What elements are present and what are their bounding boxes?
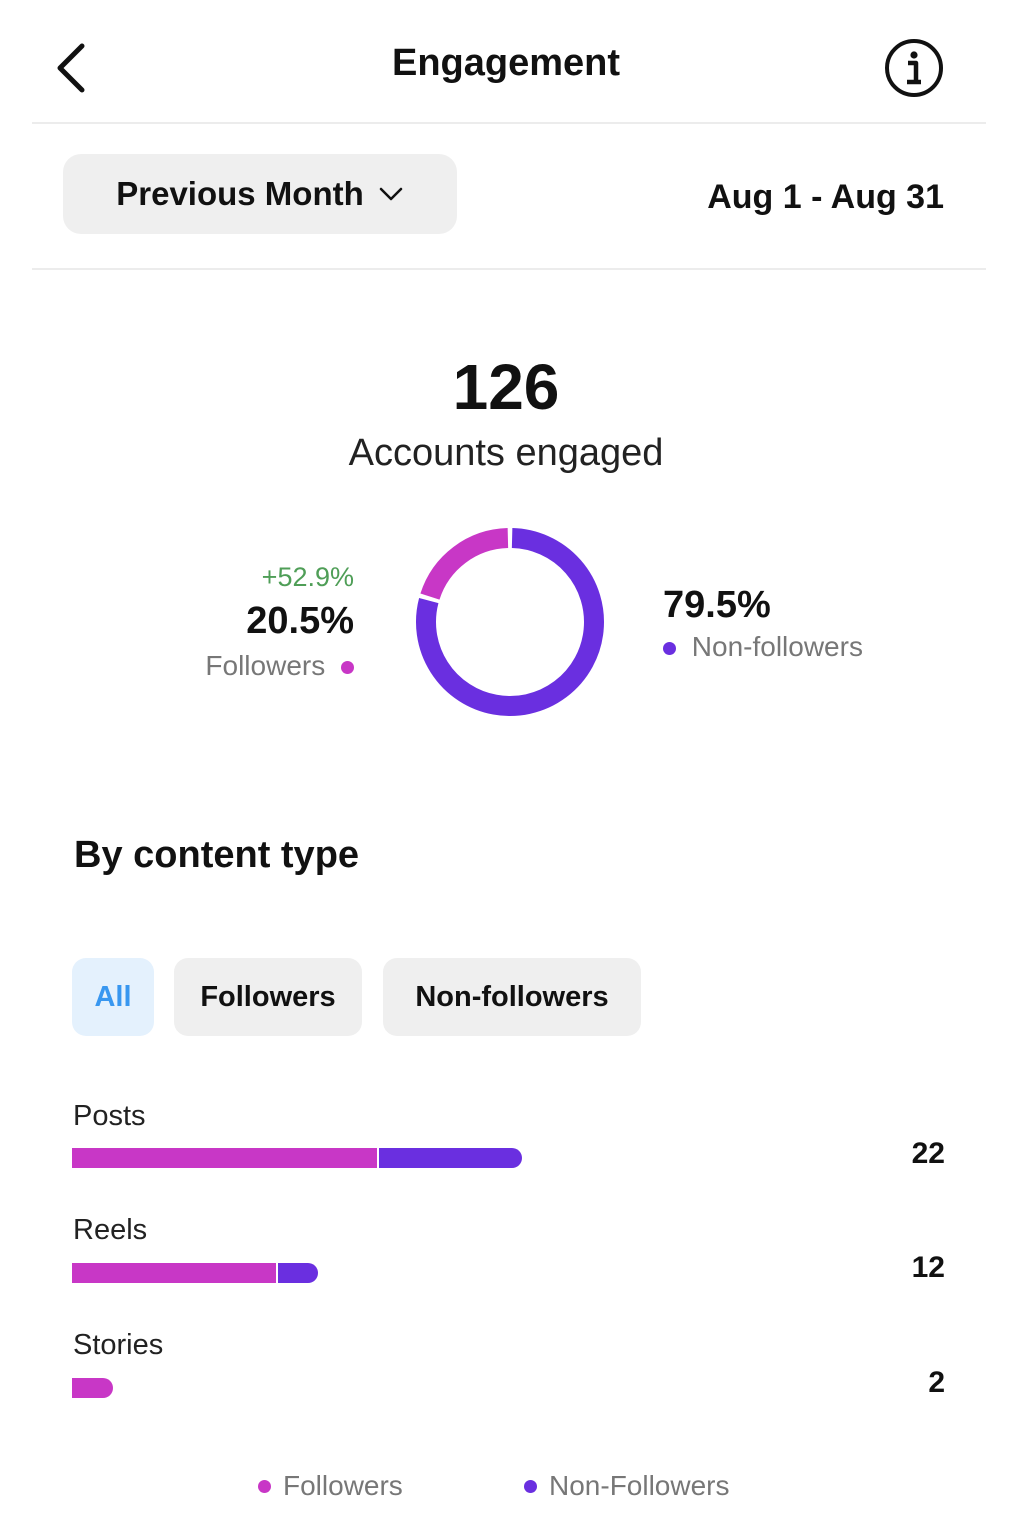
posts-bar — [72, 1148, 522, 1168]
reels-label: Reels — [73, 1214, 148, 1246]
legend-followers: Followers — [258, 1470, 403, 1502]
non-followers-legend-label: Non-followers — [691, 631, 863, 662]
posts-non-followers-segment — [379, 1148, 522, 1168]
chevron-down-icon — [379, 187, 403, 201]
filter-non-followers[interactable]: Non-followers — [383, 958, 641, 1036]
period-dropdown[interactable]: Previous Month — [63, 154, 457, 234]
posts-count: 22 — [911, 1137, 945, 1170]
filter-followers[interactable]: Followers — [174, 958, 362, 1036]
legend-followers-label: Followers — [283, 1470, 403, 1501]
followers-legend: Followers — [205, 650, 354, 682]
reels-bar — [72, 1263, 319, 1283]
info-icon — [885, 39, 943, 97]
followers-legend-label: Followers — [205, 650, 326, 681]
stories-followers-segment — [72, 1378, 113, 1398]
section-title: By content type — [74, 834, 360, 876]
reels-non-followers-segment — [277, 1263, 319, 1283]
date-range: Aug 1 - Aug 31 — [707, 178, 944, 216]
non-followers-legend: Non-followers — [663, 631, 863, 663]
stories-label: Stories — [73, 1329, 164, 1361]
legend-followers-dot — [258, 1479, 271, 1493]
period-divider — [32, 268, 986, 270]
engagement-donut — [416, 528, 604, 716]
stories-bar — [72, 1378, 113, 1398]
page-title: Engagement — [391, 42, 621, 84]
accounts-engaged-count: 126 — [452, 351, 560, 423]
followers-change: +52.9% — [261, 562, 354, 592]
accounts-engaged-caption: Accounts engaged — [348, 432, 664, 474]
posts-followers-segment — [72, 1148, 380, 1168]
followers-dot — [341, 661, 354, 675]
filter-all[interactable]: All — [72, 958, 154, 1036]
legend-non-followers-label: Non-Followers — [549, 1470, 730, 1501]
non-followers-percent: 79.5% — [663, 584, 771, 626]
legend-non-followers: Non-Followers — [524, 1470, 730, 1502]
followers-percent: 20.5% — [246, 600, 354, 642]
header-divider — [32, 122, 986, 124]
reels-count: 12 — [911, 1251, 945, 1284]
stories-count: 2 — [928, 1366, 945, 1399]
posts-label: Posts — [73, 1100, 146, 1132]
reels-followers-segment — [72, 1263, 278, 1283]
donut-followers-arc — [420, 528, 509, 600]
period-label: Previous Month — [116, 175, 364, 212]
info-button[interactable] — [884, 38, 944, 98]
non-followers-dot — [663, 642, 676, 656]
legend-non-followers-dot — [524, 1479, 537, 1493]
